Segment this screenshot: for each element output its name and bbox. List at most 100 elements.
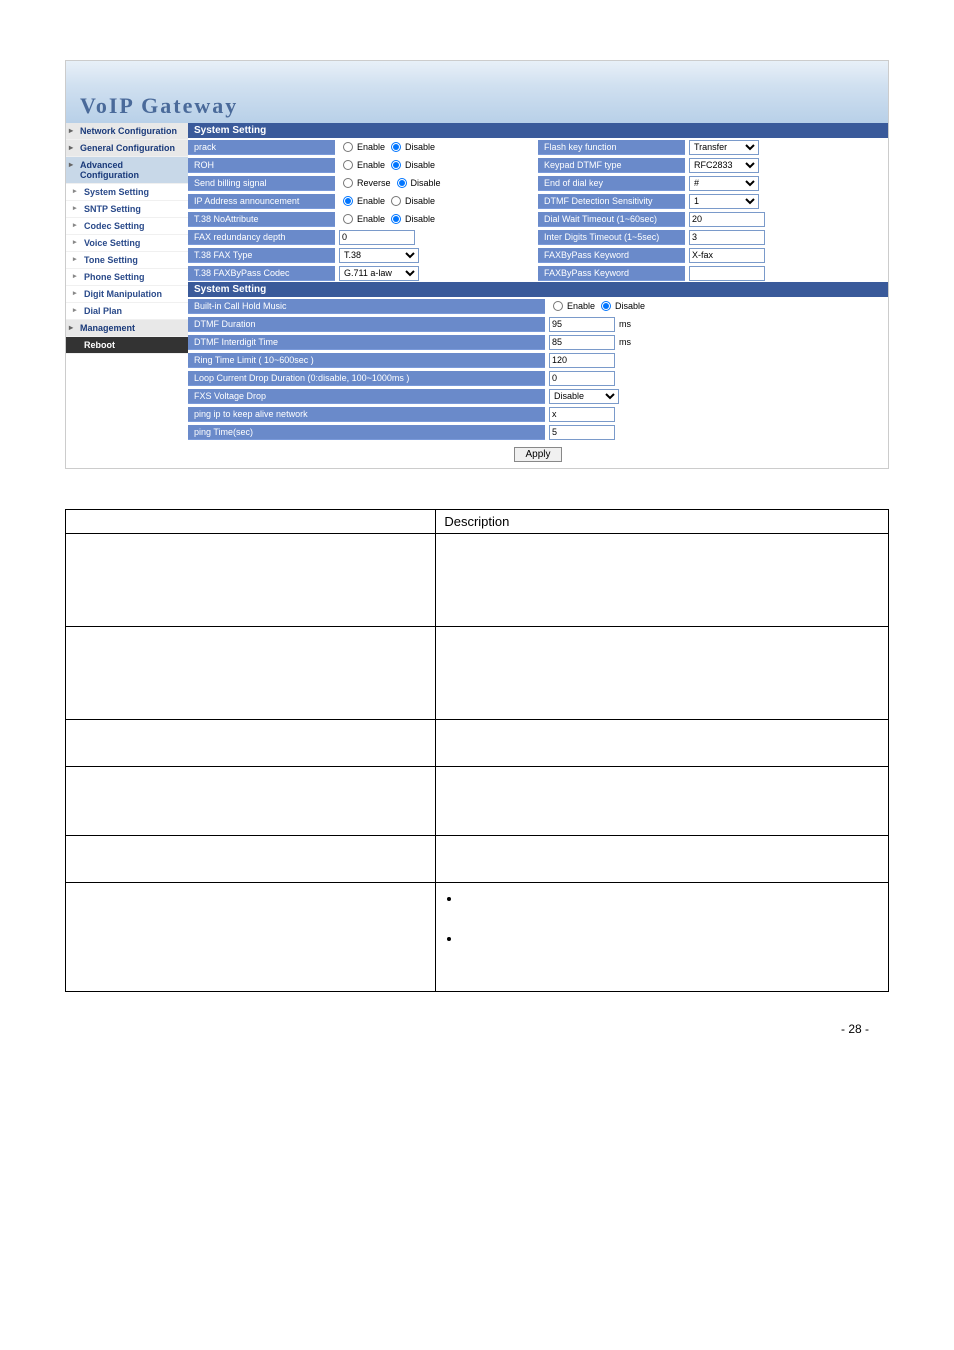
setting-row-full-3: Ring Time Limit ( 10~600sec )	[188, 351, 888, 369]
setting-label: FAX redundancy depth	[188, 230, 335, 245]
radio-disable[interactable]	[391, 160, 401, 170]
field-name-cell: Send billing signal	[66, 720, 436, 767]
text-input[interactable]	[549, 407, 615, 422]
radio-enable[interactable]	[553, 301, 563, 311]
setting-row-right-6: FAXByPass Keyword	[538, 246, 888, 264]
table-row: ROHEnable/Disable the ROH. If enable thi…	[66, 627, 889, 720]
text-input[interactable]	[549, 371, 615, 386]
field-name-cell: Prack	[66, 534, 436, 627]
text-input[interactable]	[549, 425, 615, 440]
sidebar-item-sntp-setting[interactable]: SNTP Setting	[66, 201, 188, 218]
radio-disable[interactable]	[397, 178, 407, 188]
radio-reverse[interactable]	[343, 178, 353, 188]
radio-label: Disable	[405, 142, 435, 152]
radio-enable[interactable]	[343, 142, 353, 152]
select-input[interactable]: #	[689, 176, 759, 191]
setting-row-full-4: Loop Current Drop Duration (0:disable, 1…	[188, 369, 888, 387]
sidebar-item-general-configuration[interactable]: General Configuration	[66, 140, 188, 157]
setting-row-left-3: IP Address announcementEnableDisable	[188, 192, 538, 210]
setting-row-right-5: Inter Digits Timeout (1~5sec)	[538, 228, 888, 246]
field-name-cell: T.38 NoAttribute	[66, 836, 436, 883]
radio-disable[interactable]	[391, 196, 401, 206]
sidebar-item-voice-setting[interactable]: Voice Setting	[66, 235, 188, 252]
setting-row-left-4: T.38 NoAttributeEnableDisable	[188, 210, 538, 228]
setting-value: ReverseDisable	[335, 177, 538, 189]
setting-label: FAXByPass Keyword	[538, 248, 685, 263]
setting-value: EnableDisable	[545, 300, 888, 312]
setting-value: Enable Disable	[335, 195, 538, 207]
radio-disable[interactable]	[391, 142, 401, 152]
radio-label: Disable	[405, 196, 435, 206]
setting-label: DTMF Duration	[188, 317, 545, 332]
setting-row-left-0: prack Enable Disable	[188, 138, 538, 156]
field-desc-cell: Enable/Disable the prack. If enable this…	[436, 534, 889, 627]
field-desc-cell: Enable/Disable the T.38 NoAttribute.	[436, 836, 889, 883]
text-input[interactable]	[689, 230, 765, 245]
sidebar-item-tone-setting[interactable]: Tone Setting	[66, 252, 188, 269]
setting-label: DTMF Detection Sensitivity	[538, 194, 685, 209]
table-row: PrackEnable/Disable the prack. If enable…	[66, 534, 889, 627]
field-name-cell: ROH	[66, 627, 436, 720]
setting-value: G.711 a-law	[335, 265, 538, 282]
radio-label: Disable	[405, 214, 435, 224]
setting-label: FAXByPass Keyword	[538, 266, 685, 281]
text-input[interactable]	[549, 335, 615, 350]
field-desc-cell: Enable/Disable the IP Address announceme…	[436, 767, 889, 836]
table-row: IP Address announcementEnable/Disable th…	[66, 767, 889, 836]
section-header-2: System Setting	[188, 282, 888, 297]
sidebar-item-network-configuration[interactable]: Network Configuration	[66, 123, 188, 140]
radio-label: Enable	[357, 196, 385, 206]
field-desc-cell: Enable/Disable the ROH. If enable this f…	[436, 627, 889, 720]
text-input[interactable]	[689, 212, 765, 227]
text-input[interactable]	[339, 230, 415, 245]
select-input[interactable]: 1	[689, 194, 759, 209]
table-row: FAX redundancy depthSpecifies the FAX Re…	[66, 883, 889, 992]
setting-row-left-1: ROHEnableDisable	[188, 156, 538, 174]
radio-enable[interactable]	[343, 196, 353, 206]
setting-label: Keypad DTMF type	[538, 158, 685, 173]
setting-value	[685, 265, 888, 282]
sidebar-item-advanced-configuration[interactable]: Advanced Configuration	[66, 157, 188, 184]
radio-disable[interactable]	[601, 301, 611, 311]
content-pane: System Setting prackEnableDisableROHEnab…	[188, 123, 888, 468]
select-input[interactable]: T.38	[339, 248, 419, 263]
select-input[interactable]: RFC2833	[689, 158, 759, 173]
radio-enable[interactable]	[343, 214, 353, 224]
setting-label: Flash key function	[538, 140, 685, 155]
radio-disable[interactable]	[391, 214, 401, 224]
table-row: Send billing signalReverse/Disable the S…	[66, 720, 889, 767]
text-input[interactable]	[689, 248, 765, 263]
sidebar-item-reboot[interactable]: Reboot	[66, 337, 188, 354]
setting-label: DTMF Interdigit Time	[188, 335, 545, 350]
setting-value: Disable	[545, 388, 888, 405]
apply-button[interactable]: Apply	[514, 447, 561, 462]
setting-label: Ring Time Limit ( 10~600sec )	[188, 353, 545, 368]
setting-value	[545, 424, 888, 441]
setting-row-full-5: FXS Voltage DropDisable	[188, 387, 888, 405]
sidebar-item-codec-setting[interactable]: Codec Setting	[66, 218, 188, 235]
sidebar-item-system-setting[interactable]: System Setting	[66, 184, 188, 201]
sidebar-item-dial-plan[interactable]: Dial Plan	[66, 303, 188, 320]
sidebar-item-management[interactable]: Management	[66, 320, 188, 337]
setting-row-right-0: Flash key function Transfer	[538, 138, 888, 156]
setting-label: prack	[188, 140, 335, 155]
field-desc-cell: Specifies the FAX Redundancy depth. Redu…	[436, 883, 889, 992]
radio-label: Enable	[357, 160, 385, 170]
sidebar-item-digit-manipulation[interactable]: Digit Manipulation	[66, 286, 188, 303]
text-input[interactable]	[689, 266, 765, 281]
select-input[interactable]: Transfer	[689, 140, 759, 155]
radio-label: Enable	[357, 142, 385, 152]
radio-enable[interactable]	[343, 160, 353, 170]
setting-value: ms	[545, 334, 888, 351]
text-input[interactable]	[549, 353, 615, 368]
setting-value: EnableDisable	[335, 213, 538, 225]
text-input[interactable]	[549, 317, 615, 332]
setting-row-left-5: FAX redundancy depth	[188, 228, 538, 246]
field-description-table: Field Description PrackEnable/Disable th…	[65, 509, 889, 992]
select-input[interactable]: Disable	[549, 389, 619, 404]
setting-row-right-3: DTMF Detection Sensitivity 1	[538, 192, 888, 210]
select-input[interactable]: G.711 a-law	[339, 266, 419, 281]
sidebar-item-phone-setting[interactable]: Phone Setting	[66, 269, 188, 286]
setting-row-full-6: ping ip to keep alive network	[188, 405, 888, 423]
setting-value: EnableDisable	[335, 159, 538, 171]
